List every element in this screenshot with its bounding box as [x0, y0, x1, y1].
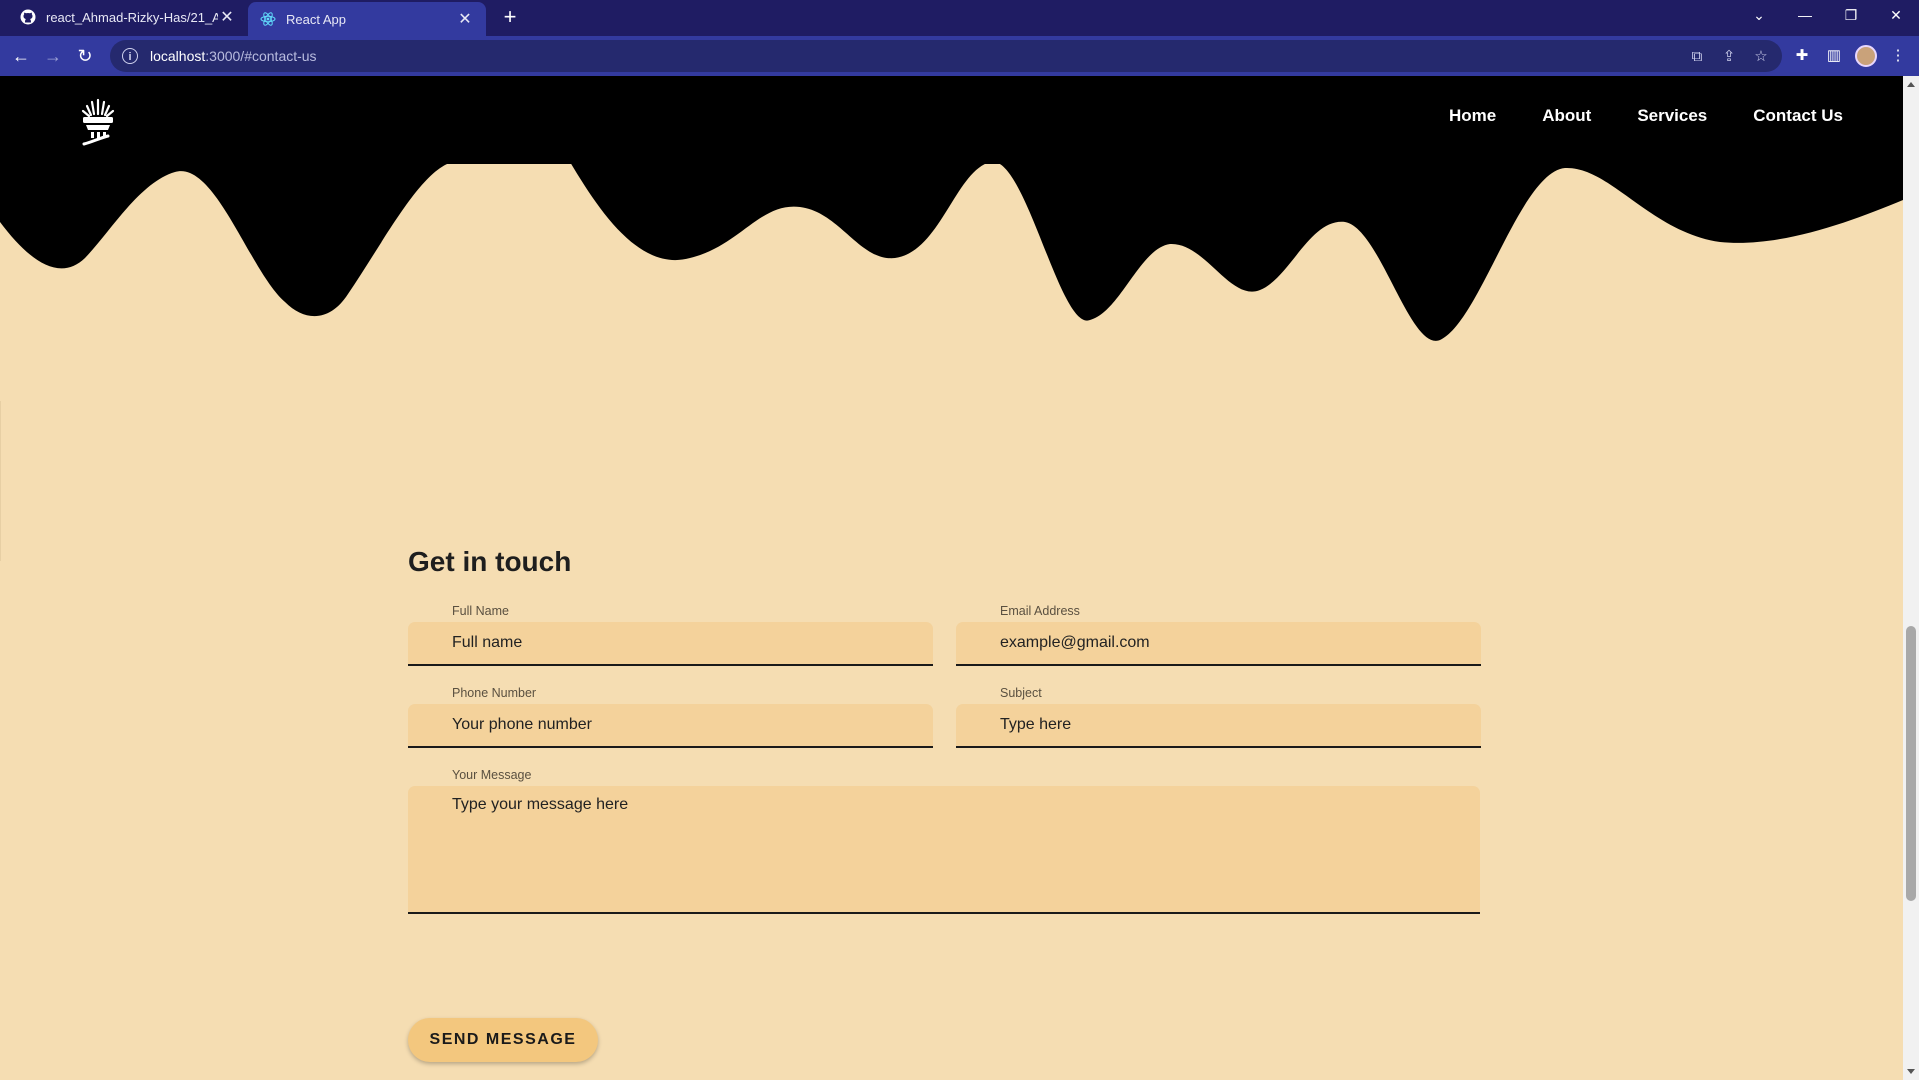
email-label: Email Address — [1000, 604, 1080, 618]
nav-about[interactable]: About — [1542, 106, 1591, 126]
back-icon[interactable]: ← — [9, 44, 33, 68]
tab-search-icon[interactable]: ⌄ — [1736, 0, 1782, 30]
close-tab-icon[interactable]: ✕ — [456, 9, 474, 29]
url-text[interactable]: localhost:3000/#contact-us — [150, 48, 317, 64]
message-field: Your Message Type your message here — [408, 768, 1480, 914]
browser-toolbar: ← → ↻ i localhost:3000/#contact-us ⧉ ⇪ ☆… — [0, 36, 1919, 76]
subject-field: Subject Type here — [956, 686, 1481, 748]
full-name-input[interactable]: Full name — [408, 622, 933, 666]
tab-github[interactable]: react_Ahmad-Rizky-Has/21_Aut ✕ — [8, 0, 248, 34]
site-info-icon[interactable]: i — [122, 48, 138, 64]
restore-button[interactable]: ❐ — [1828, 0, 1874, 30]
forward-icon[interactable]: → — [41, 44, 65, 68]
phone-input[interactable]: Your phone number — [408, 704, 933, 748]
open-in-app-icon[interactable]: ⧉ — [1688, 48, 1706, 65]
page-divider — [0, 401, 1, 561]
menu-kebab-icon[interactable]: ⋮ — [1888, 46, 1908, 66]
tab-title: react_Ahmad-Rizky-Has/21_Aut — [46, 9, 218, 25]
address-bar[interactable]: i localhost:3000/#contact-us ⧉ ⇪ ☆ — [110, 40, 1782, 72]
subject-label: Subject — [1000, 686, 1042, 700]
page-viewport: Home About Services Contact Us Get in to… — [0, 76, 1903, 1080]
message-textarea[interactable]: Type your message here — [408, 786, 1480, 914]
send-message-button[interactable]: SEND MESSAGE — [408, 1018, 598, 1062]
scroll-down-arrow-icon[interactable] — [1907, 1069, 1915, 1074]
email-field: Email Address example@gmail.com — [956, 604, 1481, 666]
full-name-label: Full Name — [452, 604, 509, 618]
new-tab-button[interactable]: + — [497, 4, 523, 30]
reload-icon[interactable]: ↻ — [73, 44, 97, 68]
page-scrollbar[interactable] — [1903, 76, 1919, 1080]
subject-placeholder: Type here — [1000, 716, 1072, 733]
url-path: :3000/#contact-us — [205, 48, 317, 64]
close-window-button[interactable]: ✕ — [1873, 0, 1919, 30]
minimize-button[interactable]: — — [1782, 0, 1828, 30]
phone-field: Phone Number Your phone number — [408, 686, 933, 748]
nav-services[interactable]: Services — [1637, 106, 1707, 126]
torch-logo-icon[interactable] — [78, 98, 118, 146]
main-nav: Home About Services Contact Us — [1449, 106, 1843, 126]
side-panel-icon[interactable]: ▥ — [1824, 46, 1844, 66]
contact-section: Get in touch Full Name Full name Email A… — [408, 546, 1481, 1062]
browser-tabstrip: react_Ahmad-Rizky-Has/21_Aut ✕ React App… — [0, 0, 1919, 36]
phone-label: Phone Number — [452, 686, 537, 700]
full-name-field: Full Name Full name — [408, 604, 933, 666]
message-label: Your Message — [452, 768, 532, 782]
site-header: Home About Services Contact Us — [0, 76, 1903, 164]
message-placeholder: Type your message here — [452, 796, 629, 813]
email-input[interactable]: example@gmail.com — [956, 622, 1481, 666]
email-placeholder: example@gmail.com — [1000, 634, 1150, 651]
github-icon — [20, 9, 36, 25]
subject-input[interactable]: Type here — [956, 704, 1481, 748]
extensions-puzzle-icon[interactable]: ✚ — [1792, 46, 1812, 66]
url-host: localhost — [150, 48, 206, 64]
scroll-up-arrow-icon[interactable] — [1907, 82, 1915, 87]
full-name-placeholder: Full name — [452, 634, 523, 651]
tab-title: React App — [286, 11, 346, 27]
drip-wave-decoration — [0, 162, 1903, 341]
share-icon[interactable]: ⇪ — [1720, 47, 1738, 65]
bookmark-star-icon[interactable]: ☆ — [1752, 47, 1770, 65]
react-icon — [260, 12, 276, 26]
nav-home[interactable]: Home — [1449, 106, 1496, 126]
tab-react-app[interactable]: React App ✕ — [248, 2, 486, 36]
scroll-thumb[interactable] — [1906, 626, 1916, 901]
phone-placeholder: Your phone number — [452, 716, 592, 733]
contact-heading: Get in touch — [408, 546, 572, 577]
profile-avatar[interactable] — [1855, 45, 1877, 67]
close-tab-icon[interactable]: ✕ — [218, 7, 236, 27]
nav-contact-us[interactable]: Contact Us — [1753, 106, 1843, 126]
